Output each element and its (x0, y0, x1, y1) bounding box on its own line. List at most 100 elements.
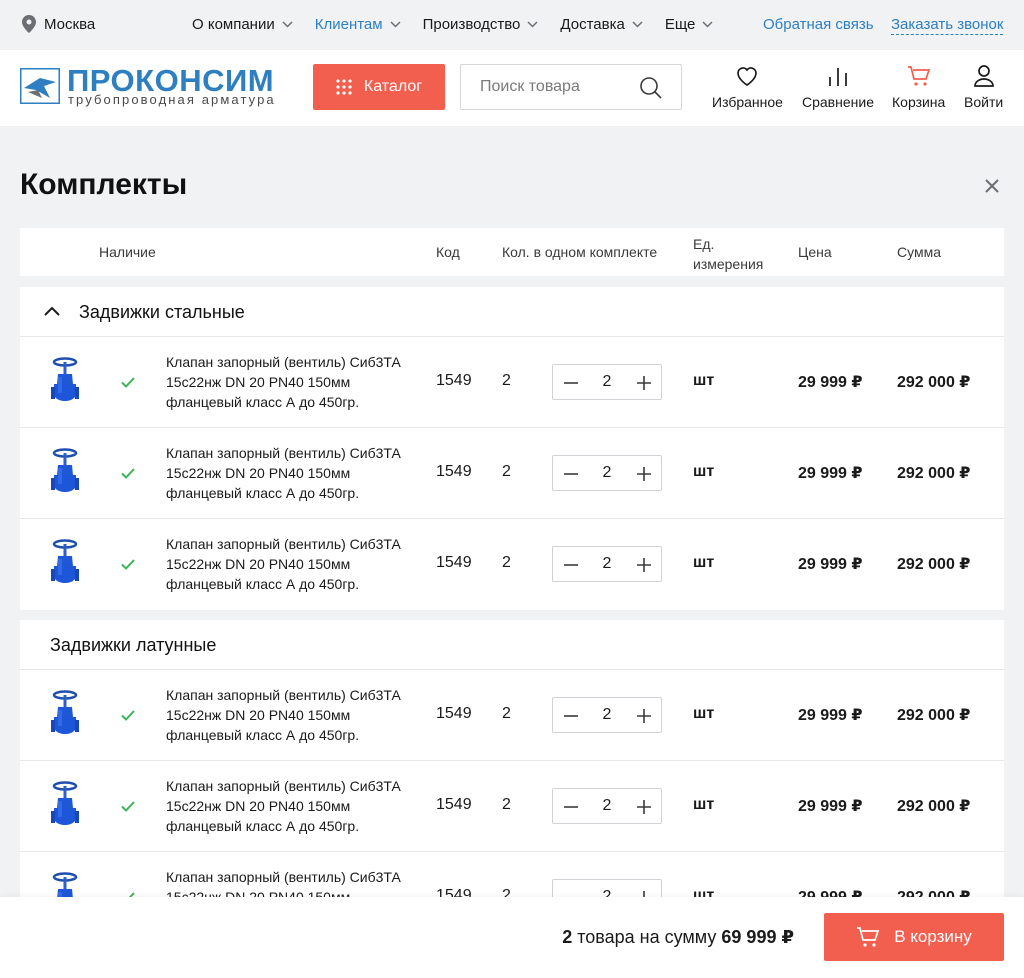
in-stock-check-icon (121, 799, 135, 817)
qty-per-set: 2 (502, 796, 511, 813)
product-thumbnail[interactable] (50, 539, 80, 589)
cart-icon (857, 927, 880, 947)
product-code: 1549 (436, 705, 472, 722)
grid-dots-icon (336, 79, 352, 95)
product-thumbnail[interactable] (50, 781, 80, 831)
product-thumbnail[interactable] (50, 690, 80, 740)
unit: шт (693, 372, 715, 389)
product-code: 1549 (436, 796, 472, 813)
qty-per-set: 2 (502, 463, 511, 480)
chevron-up-icon[interactable] (44, 306, 60, 316)
user-icon (973, 65, 994, 87)
product-name[interactable]: Клапан запорный (вентиль) Сиб3ТА 15с22нж… (166, 534, 416, 594)
unit: шт (693, 796, 715, 813)
product-name[interactable]: Клапан запорный (вентиль) Сиб3ТА 15с22нж… (166, 685, 416, 745)
compare-button[interactable]: Сравнение (802, 64, 874, 110)
table-row: Клапан запорный (вентиль) Сиб3ТА 15с22нж… (20, 519, 1004, 610)
quantity-value[interactable]: 2 (593, 555, 621, 573)
qty-per-set: 2 (502, 705, 511, 722)
row-sum: 292 000 ₽ (897, 556, 971, 573)
in-stock-check-icon (121, 557, 135, 575)
chevron-down-icon (702, 21, 713, 28)
nav-label: Еще (664, 16, 696, 33)
logo[interactable]: ПРОКОНСИМ трубопроводная арматура (20, 63, 285, 110)
close-icon[interactable] (983, 177, 1001, 195)
row-sum: 292 000 ₽ (897, 374, 971, 391)
login-label: Войти (964, 94, 1004, 110)
minus-icon[interactable] (563, 558, 579, 572)
plus-icon[interactable] (636, 466, 652, 482)
minus-icon[interactable] (563, 800, 579, 814)
product-name[interactable]: Клапан запорный (вентиль) Сиб3ТА 15с22нж… (166, 443, 416, 503)
in-stock-check-icon (121, 466, 135, 484)
group-header[interactable]: Задвижки латунные (20, 620, 1004, 670)
catalog-label: Каталог (363, 78, 423, 95)
col-unit-line1: Ед. (693, 236, 715, 252)
unit: шт (693, 705, 715, 722)
search-icon[interactable] (639, 76, 663, 100)
catalog-button[interactable]: Каталог (313, 64, 445, 110)
search-input[interactable] (461, 65, 631, 109)
nav-label: Клиентам (314, 16, 383, 33)
quantity-value[interactable]: 2 (593, 464, 621, 482)
callback-link[interactable]: Заказать звонок (891, 16, 1004, 35)
quantity-stepper: 2 (552, 364, 662, 400)
chevron-down-icon (632, 21, 643, 28)
unit: шт (693, 554, 715, 571)
login-button[interactable]: Войти (964, 64, 1003, 110)
quantity-value[interactable]: 2 (593, 706, 621, 724)
favorites-button[interactable]: Избранное (712, 64, 783, 110)
table-row: Клапан запорный (вентиль) Сиб3ТА 15с22нж… (20, 428, 1004, 519)
quantity-stepper: 2 (552, 546, 662, 582)
quantity-stepper: 2 (552, 697, 662, 733)
logo-tagline: трубопроводная арматура (68, 92, 276, 107)
product-code: 1549 (436, 554, 472, 571)
nav-item-more[interactable]: Еще (665, 16, 714, 33)
product-name[interactable]: Клапан запорный (вентиль) Сиб3ТА 15с22нж… (166, 352, 416, 412)
plus-icon[interactable] (636, 708, 652, 724)
quantity-value[interactable]: 2 (593, 373, 621, 391)
page-title: Комплекты (20, 168, 188, 201)
add-to-cart-button[interactable]: В корзину (824, 913, 1004, 961)
plus-icon[interactable] (636, 375, 652, 391)
col-unit-line2: измерения (693, 256, 764, 272)
table-row: Клапан запорный (вентиль) Сиб3ТА 15с22нж… (20, 337, 1004, 428)
product-code: 1549 (436, 372, 472, 389)
nav-item-production[interactable]: Производство (423, 16, 539, 33)
price: 29 999 ₽ (798, 798, 863, 815)
col-availability: Наличие (99, 244, 156, 260)
compare-bars-icon (829, 68, 847, 86)
plus-icon[interactable] (636, 799, 652, 815)
price: 29 999 ₽ (798, 465, 863, 482)
nav-label: Доставка (560, 16, 625, 33)
main-header: ПРОКОНСИМ трубопроводная арматура Катало… (0, 50, 1024, 126)
quantity-stepper: 2 (552, 455, 662, 491)
minus-icon[interactable] (563, 467, 579, 481)
table-row: Клапан запорный (вентиль) Сиб3ТА 15с22нж… (20, 761, 1004, 852)
feedback-link[interactable]: Обратная связь (763, 16, 874, 33)
product-name[interactable]: Клапан запорный (вентиль) Сиб3ТА 15с22нж… (166, 776, 416, 836)
product-thumbnail[interactable] (50, 357, 80, 407)
minus-icon[interactable] (563, 709, 579, 723)
top-bar: Москва О компании Клиентам Производство … (0, 0, 1024, 50)
city-selector[interactable]: Москва (22, 15, 95, 33)
in-stock-check-icon (121, 708, 135, 726)
cart-button[interactable]: Корзина (892, 64, 945, 110)
product-thumbnail[interactable] (50, 448, 80, 498)
nav-item-delivery[interactable]: Доставка (560, 16, 643, 33)
nav-item-clients[interactable]: Клиентам (315, 16, 401, 33)
nav-item-about[interactable]: О компании (192, 16, 293, 33)
quantity-value[interactable]: 2 (593, 797, 621, 815)
summary-total: 69 999 ₽ (721, 927, 794, 947)
row-sum: 292 000 ₽ (897, 465, 971, 482)
nav-label: Производство (422, 16, 521, 33)
cart-icon (907, 66, 930, 86)
chevron-down-icon (390, 21, 401, 28)
price: 29 999 ₽ (798, 374, 863, 391)
row-sum: 292 000 ₽ (897, 707, 971, 724)
minus-icon[interactable] (563, 376, 579, 390)
heart-icon (737, 67, 758, 86)
group-header[interactable]: Задвижки стальные (20, 287, 1004, 337)
price: 29 999 ₽ (798, 556, 863, 573)
plus-icon[interactable] (636, 557, 652, 573)
